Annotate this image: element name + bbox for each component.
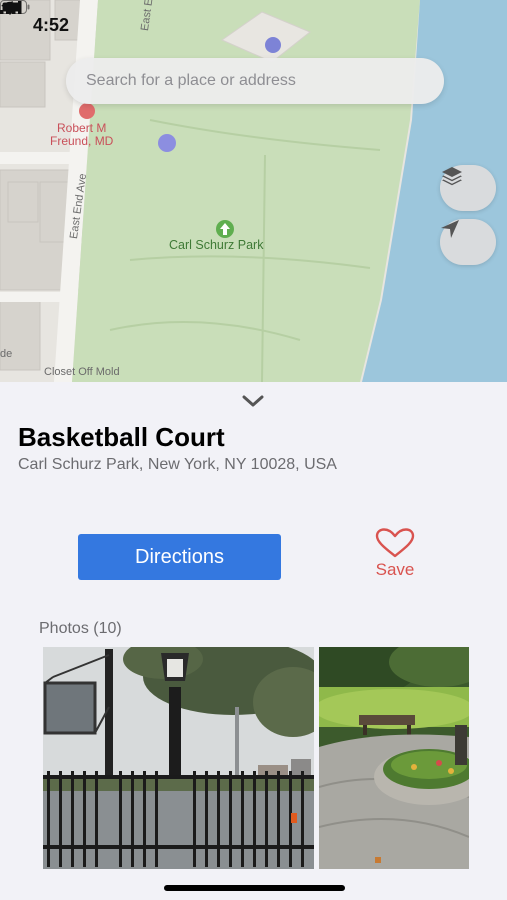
photo-basketball-court[interactable] [43,647,314,869]
search-placeholder[interactable]: Search for a place or address [86,72,296,90]
place-details-sheet: Basketball Court Carl Schurz Park, New Y… [0,382,507,900]
map-label-shop[interactable]: Closet Off Mold [44,366,120,378]
layers-icon [442,167,462,186]
map-view[interactable]: Robert M Freund, MD Carl Schurz Park Eas… [0,0,507,382]
search-bar[interactable]: Search for a place or address [66,58,444,104]
directions-label: Directions [135,545,224,568]
photo-garden[interactable] [319,647,469,869]
save-button[interactable]: Save [366,528,424,584]
directions-button[interactable]: Directions [78,534,281,580]
location-arrow-icon [441,220,459,238]
map-layers-button[interactable] [440,165,496,211]
status-time: 4:52 [33,15,70,35]
place-address: Carl Schurz Park, New York, NY 10028, US… [18,456,337,473]
battery-icon [0,0,30,14]
photos-label: Photos (10) [39,620,122,637]
collapse-chevron-icon[interactable] [241,394,265,408]
home-indicator[interactable] [164,885,345,891]
photo-garden-image [319,647,469,869]
map-label-doctor[interactable]: Robert M Freund, MD [50,122,113,148]
map-label-edge: de [0,348,13,360]
status-bar: 4:52 [0,0,507,50]
map-label-park[interactable]: Carl Schurz Park [169,238,263,252]
heart-icon [375,528,415,558]
photo-basketball-court-image [43,647,314,869]
save-label: Save [375,560,415,579]
place-title: Basketball Court [18,422,225,452]
current-location-button[interactable] [440,219,496,265]
